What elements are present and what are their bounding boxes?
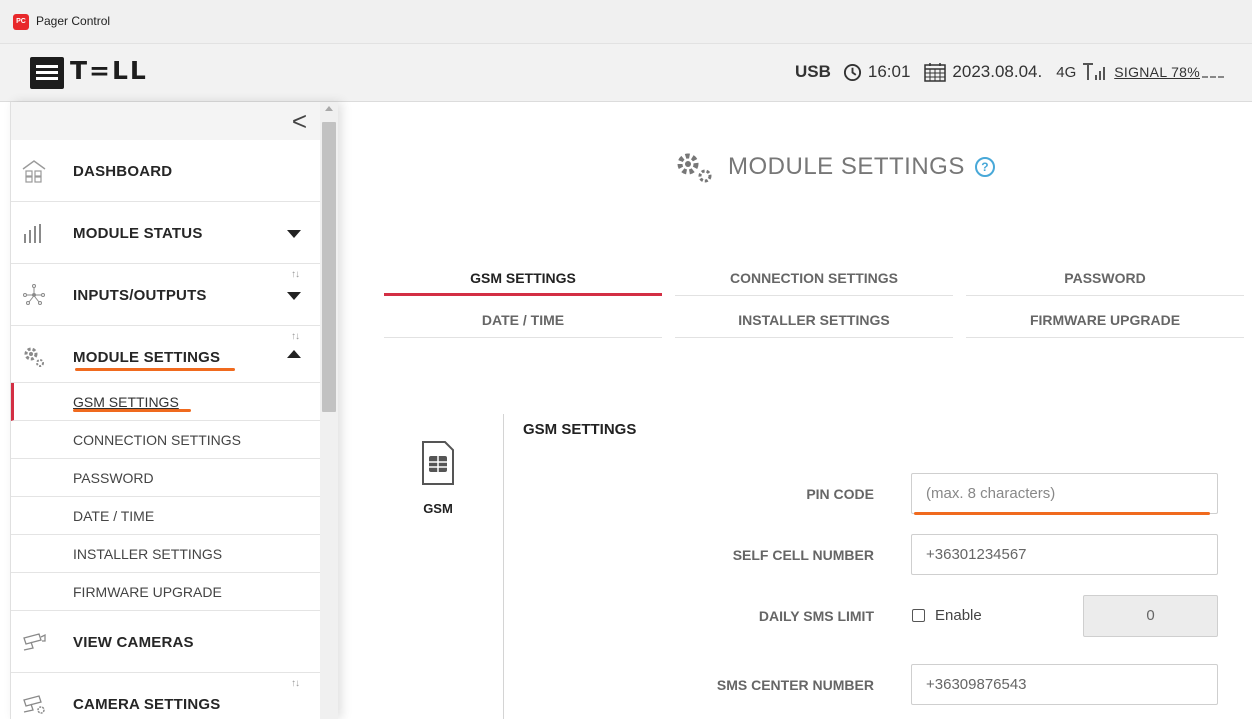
sidebar-sublabel: INSTALLER SETTINGS: [73, 546, 223, 562]
signal-display: 4G SIGNAL 78%: [1056, 63, 1224, 81]
scrollbar-thumb[interactable]: [322, 122, 336, 412]
brand-logo: T=LL: [70, 56, 148, 85]
status-bar: USB 16:01 2023.08.04. 4G SIGNAL 78%: [795, 62, 1238, 82]
date-display: 2023.08.04.: [924, 62, 1042, 82]
caret-down-icon[interactable]: [287, 292, 301, 300]
highlight-underline: [73, 409, 191, 412]
tab-gsm-settings[interactable]: GSM SETTINGS: [384, 260, 662, 296]
sidebar-subitem-connection-settings[interactable]: CONNECTION SETTINGS: [11, 421, 321, 459]
sidebar-subitem-password[interactable]: PASSWORD: [11, 459, 321, 497]
sort-icon: ↑↓: [291, 678, 300, 689]
tab-firmware-upgrade[interactable]: FIRMWARE UPGRADE: [966, 302, 1244, 338]
date-value: 2023.08.04.: [952, 62, 1043, 81]
vertical-divider: [503, 414, 504, 719]
sidebar-sublabel: FIRMWARE UPGRADE: [73, 584, 222, 600]
daily-sms-limit-label: DAILY SMS LIMIT: [758, 608, 874, 624]
sms-center-number-input[interactable]: [911, 664, 1218, 705]
sidebar-label-module-status: MODULE STATUS: [73, 225, 203, 242]
camera-icon: [23, 633, 46, 651]
gsm-card-label: GSM: [423, 501, 453, 516]
sidebar-subitem-gsm-settings[interactable]: GSM SETTINGS: [11, 383, 321, 421]
page-title: MODULE SETTINGS ?: [674, 150, 995, 184]
sidebar-label-camera-settings: CAMERA SETTINGS: [73, 696, 221, 713]
sidebar-item-dashboard[interactable]: DASHBOARD: [11, 140, 321, 202]
sidebar-sublabel: PASSWORD: [73, 470, 154, 486]
highlight-underline: [914, 512, 1210, 515]
pin-code-label: PIN CODE: [806, 486, 874, 502]
app-header: T=LL USB 16:01 2023.08.04. 4G SIGNAL 78%: [0, 44, 1252, 102]
menu-icon[interactable]: [30, 57, 64, 89]
daily-sms-limit-input[interactable]: 0: [1083, 595, 1218, 637]
enable-checkbox[interactable]: Enable: [912, 607, 982, 624]
scroll-up-arrow-icon[interactable]: [325, 106, 333, 111]
sidebar-sublabel: GSM SETTINGS: [73, 394, 179, 410]
sidebar-label-dashboard: DASHBOARD: [73, 163, 173, 180]
clock-icon: [843, 63, 861, 81]
gears-icon: [677, 153, 712, 183]
caret-up-icon[interactable]: [287, 350, 301, 358]
sort-icon: ↑↓: [291, 269, 300, 280]
sidebar-scrollbar[interactable]: [320, 102, 338, 719]
clock-display: 16:01: [843, 62, 911, 82]
sort-icon: ↑↓: [291, 331, 300, 342]
sidebar-label-inputs-outputs: INPUTS/OUTPUTS: [73, 287, 207, 304]
sidebar-item-inputs-outputs[interactable]: INPUTS/OUTPUTS ↑↓: [11, 264, 321, 326]
sidebar-sublabel: CONNECTION SETTINGS: [73, 432, 242, 448]
self-cell-number-label: SELF CELL NUMBER: [732, 547, 874, 563]
highlight-underline: [75, 368, 235, 371]
pin-code-input[interactable]: [911, 473, 1218, 514]
sidebar-item-module-settings[interactable]: MODULE SETTINGS ↑↓: [11, 326, 321, 383]
home-icon: [22, 160, 46, 183]
page-title-text: MODULE SETTINGS: [728, 153, 965, 180]
signal-strength-icon: [1083, 63, 1106, 80]
window-title: Pager Control: [36, 14, 111, 28]
sidebar-sublabel: DATE / TIME: [73, 508, 155, 524]
enable-label: Enable: [935, 607, 982, 624]
sidebar-collapse-bar: <: [11, 102, 321, 140]
bar-chart-icon: [24, 224, 41, 243]
sidebar-item-module-status[interactable]: MODULE STATUS: [11, 202, 321, 264]
time-value: 16:01: [867, 62, 911, 81]
sim-card-icon: [422, 441, 454, 485]
sidebar-subitem-date-time[interactable]: DATE / TIME: [11, 497, 321, 535]
sidebar: < DASHBOARD MODULE STATUS INPUTS/OUTPUTS…: [10, 102, 338, 719]
tab-installer-settings[interactable]: INSTALLER SETTINGS: [675, 302, 953, 338]
sms-center-number-label: SMS CENTER NUMBER: [716, 677, 874, 693]
section-title: GSM SETTINGS: [523, 421, 637, 438]
gsm-card: GSM: [413, 440, 463, 516]
sidebar-subitem-installer-settings[interactable]: INSTALLER SETTINGS: [11, 535, 321, 573]
sidebar-item-view-cameras[interactable]: VIEW CAMERAS: [11, 611, 321, 673]
sidebar-label-view-cameras: VIEW CAMERAS: [73, 634, 194, 651]
window-titlebar: PC Pager Control: [0, 0, 1252, 44]
app-icon: PC: [13, 14, 29, 30]
tab-connection-settings[interactable]: CONNECTION SETTINGS: [675, 260, 953, 296]
sidebar-item-camera-settings[interactable]: CAMERA SETTINGS ↑↓: [11, 673, 321, 719]
signal-meter: [1202, 76, 1224, 78]
calendar-icon: [924, 63, 947, 82]
signal-value: SIGNAL 78%: [1114, 64, 1200, 80]
sidebar-subitem-firmware-upgrade[interactable]: FIRMWARE UPGRADE: [11, 573, 321, 611]
connection-type: USB: [794, 62, 831, 81]
tab-password[interactable]: PASSWORD: [966, 260, 1244, 296]
chevron-left-icon[interactable]: <: [292, 106, 307, 136]
network-nodes-icon: [23, 284, 45, 305]
camera-settings-icon: [23, 695, 45, 714]
tab-date-time[interactable]: DATE / TIME: [384, 302, 662, 338]
sidebar-label-module-settings: MODULE SETTINGS: [73, 349, 221, 366]
gears-icon: [24, 347, 44, 367]
help-icon[interactable]: ?: [974, 157, 995, 177]
caret-down-icon[interactable]: [287, 230, 301, 238]
network-type: 4G: [1056, 63, 1077, 81]
self-cell-number-input[interactable]: [911, 534, 1218, 575]
checkbox-box[interactable]: [912, 609, 925, 622]
